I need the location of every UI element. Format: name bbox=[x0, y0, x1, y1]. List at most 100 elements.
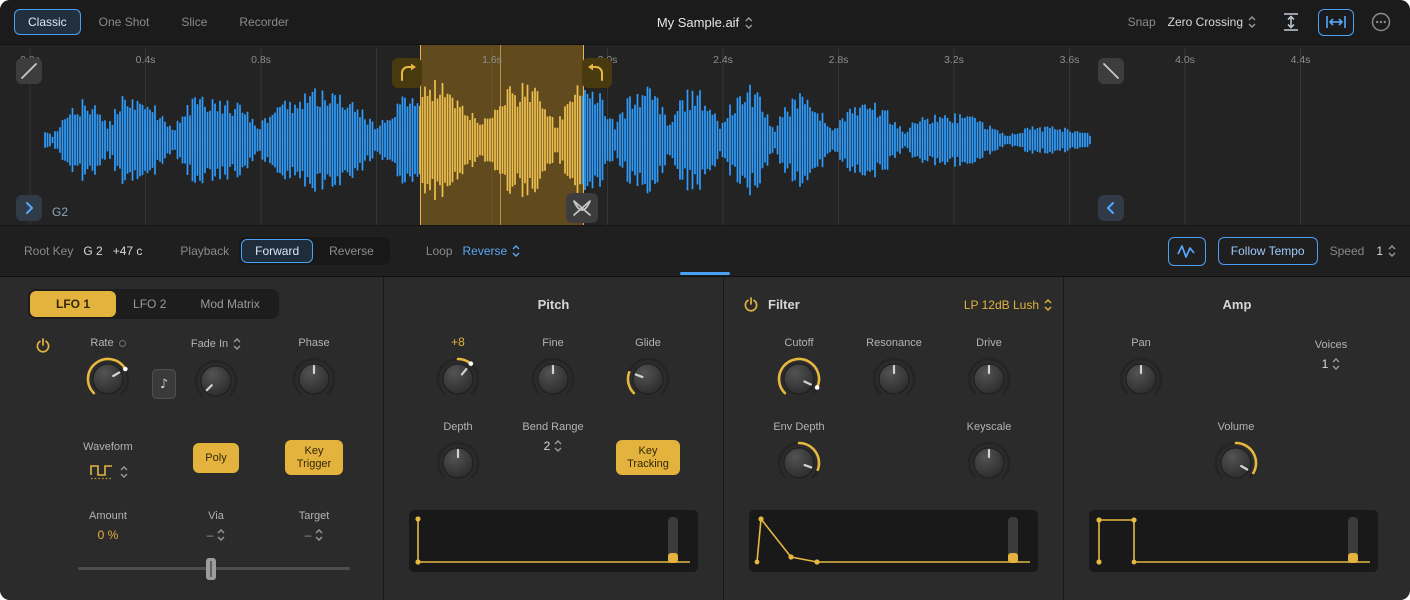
pitch-depth-knob[interactable] bbox=[434, 439, 482, 487]
lfo-amount-slider[interactable] bbox=[78, 557, 350, 581]
root-key-value[interactable]: G 2 bbox=[83, 244, 102, 258]
speed-select[interactable]: 1 bbox=[1376, 244, 1396, 258]
transpose-knob[interactable] bbox=[434, 355, 482, 403]
volume-label: Volume bbox=[1218, 421, 1255, 433]
voices-label: Voices bbox=[1315, 339, 1347, 351]
sample-end-handle[interactable] bbox=[1098, 195, 1124, 221]
resonance-label: Resonance bbox=[866, 337, 922, 349]
amp-envelope-display[interactable] bbox=[1089, 510, 1378, 572]
speed-value: 1 bbox=[1376, 244, 1383, 258]
voices-select[interactable]: 1 bbox=[1322, 357, 1341, 371]
drive-label: Drive bbox=[976, 337, 1002, 349]
vertical-zoom-button[interactable] bbox=[1276, 9, 1306, 35]
filter-type-select[interactable]: LP 12dB Lush bbox=[964, 298, 1052, 312]
transport-right-group: Follow Tempo Speed 1 bbox=[1168, 237, 1396, 266]
rate-knob[interactable] bbox=[84, 355, 132, 403]
panel-resize-handle[interactable] bbox=[680, 272, 730, 275]
bend-range-value: 2 bbox=[544, 439, 551, 453]
lfo-via-select[interactable]: – bbox=[207, 528, 226, 542]
lfo-waveform-select[interactable] bbox=[89, 463, 128, 480]
tab-one-shot[interactable]: One Shot bbox=[85, 9, 164, 35]
loop-end-handle[interactable] bbox=[582, 58, 612, 88]
poly-button[interactable]: Poly bbox=[193, 443, 239, 473]
speed-label: Speed bbox=[1330, 244, 1365, 258]
follow-tempo-button[interactable]: Follow Tempo bbox=[1218, 237, 1318, 265]
root-tune-value[interactable]: +47 c bbox=[113, 244, 143, 258]
lfo-target-select[interactable]: – bbox=[305, 528, 324, 542]
drive-knob[interactable] bbox=[965, 355, 1013, 403]
playback-label: Playback bbox=[180, 244, 229, 258]
pitch-title: Pitch bbox=[384, 297, 723, 312]
slider-thumb[interactable] bbox=[206, 558, 216, 580]
stepper-icon bbox=[120, 465, 128, 479]
snap-label: Snap bbox=[1128, 15, 1156, 29]
key-trigger-button[interactable]: Key Trigger bbox=[285, 440, 343, 475]
pitch-envelope-display[interactable] bbox=[409, 510, 698, 572]
sample-name-menu[interactable]: My Sample.aif bbox=[657, 0, 753, 45]
pan-label: Pan bbox=[1131, 337, 1151, 349]
tab-lfo2[interactable]: LFO 2 bbox=[116, 291, 183, 317]
fade-out-handle[interactable] bbox=[1098, 58, 1124, 84]
chevron-right-icon bbox=[22, 201, 36, 215]
env-depth-knob[interactable] bbox=[775, 439, 823, 487]
crossfade-button[interactable] bbox=[566, 193, 598, 223]
fit-width-button[interactable] bbox=[1318, 9, 1354, 36]
waveform-zoom-button[interactable] bbox=[1168, 237, 1206, 266]
pitch-panel: Pitch +8 Fine Glide Depth Bend Range 2 bbox=[383, 277, 723, 600]
loop-label: Loop bbox=[426, 244, 453, 258]
keyscale-knob[interactable] bbox=[965, 439, 1013, 487]
tab-classic[interactable]: Classic bbox=[14, 9, 81, 35]
root-key-label: Root Key bbox=[24, 244, 73, 258]
stepper-icon bbox=[1388, 244, 1396, 258]
filter-envelope-graphic bbox=[749, 510, 1038, 572]
amp-title: Amp bbox=[1064, 297, 1410, 312]
more-options-button[interactable] bbox=[1366, 9, 1396, 35]
bend-range-select[interactable]: 2 bbox=[544, 439, 563, 453]
synth-panels: LFO 1 LFO 2 Mod Matrix Rate ♪ bbox=[0, 276, 1410, 600]
top-toolbar: Classic One Shot Slice Recorder My Sampl… bbox=[0, 0, 1410, 45]
key-tracking-button[interactable]: Key Tracking bbox=[616, 440, 680, 475]
volume-knob[interactable] bbox=[1212, 439, 1260, 487]
env-zoom-slider-fill bbox=[1348, 553, 1358, 563]
tab-lfo1[interactable]: LFO 1 bbox=[30, 291, 116, 317]
waveform-editor[interactable]: 0.0s0.4s0.8s1.6s2.0s2.4s2.8s3.2s3.6s4.0s… bbox=[0, 45, 1410, 225]
power-icon bbox=[743, 297, 759, 313]
phase-knob[interactable] bbox=[290, 355, 338, 403]
loop-start-handle[interactable] bbox=[392, 58, 422, 88]
fine-knob[interactable] bbox=[529, 355, 577, 403]
tab-mod-matrix[interactable]: Mod Matrix bbox=[183, 291, 276, 317]
loop-mode-select[interactable]: Reverse bbox=[463, 244, 521, 258]
cutoff-label: Cutoff bbox=[784, 337, 813, 349]
sampler-window: Classic One Shot Slice Recorder My Sampl… bbox=[0, 0, 1410, 600]
transpose-value[interactable]: +8 bbox=[451, 335, 465, 349]
pan-knob[interactable] bbox=[1117, 355, 1165, 403]
playback-reverse-button[interactable]: Reverse bbox=[315, 239, 388, 263]
fade-in-knob[interactable] bbox=[192, 357, 240, 405]
fade-in-menu[interactable]: Fade In bbox=[191, 337, 241, 351]
lfo-waveform-label: Waveform bbox=[83, 441, 133, 453]
glide-knob[interactable] bbox=[624, 355, 672, 403]
transport-bar: Root Key G 2 +47 c Playback Forward Reve… bbox=[0, 225, 1410, 276]
tab-recorder[interactable]: Recorder bbox=[225, 9, 302, 35]
fade-in-icon bbox=[20, 62, 38, 80]
filter-power-button[interactable] bbox=[742, 296, 760, 314]
cutoff-knob[interactable] bbox=[775, 355, 823, 403]
lfo-power-button[interactable] bbox=[34, 337, 52, 355]
stepper-icon bbox=[315, 528, 323, 542]
snap-select[interactable]: Zero Crossing bbox=[1168, 15, 1256, 29]
playback-forward-button[interactable]: Forward bbox=[241, 239, 313, 263]
sample-start-handle[interactable] bbox=[16, 195, 42, 221]
fade-in-handle[interactable] bbox=[16, 58, 42, 84]
stepper-icon bbox=[1044, 298, 1052, 312]
resonance-knob[interactable] bbox=[870, 355, 918, 403]
fade-in-label: Fade In bbox=[191, 338, 228, 350]
stepper-icon bbox=[217, 528, 225, 542]
playback-direction-switch: Forward Reverse bbox=[239, 237, 390, 265]
filter-envelope-display[interactable] bbox=[749, 510, 1038, 572]
fine-label: Fine bbox=[542, 337, 563, 349]
lfo-amount-value[interactable]: 0 % bbox=[98, 528, 119, 542]
lfo-via-value: – bbox=[207, 528, 214, 542]
tab-slice[interactable]: Slice bbox=[167, 9, 221, 35]
env-zoom-slider-fill bbox=[1008, 553, 1018, 563]
square-wave-icon bbox=[89, 463, 115, 480]
